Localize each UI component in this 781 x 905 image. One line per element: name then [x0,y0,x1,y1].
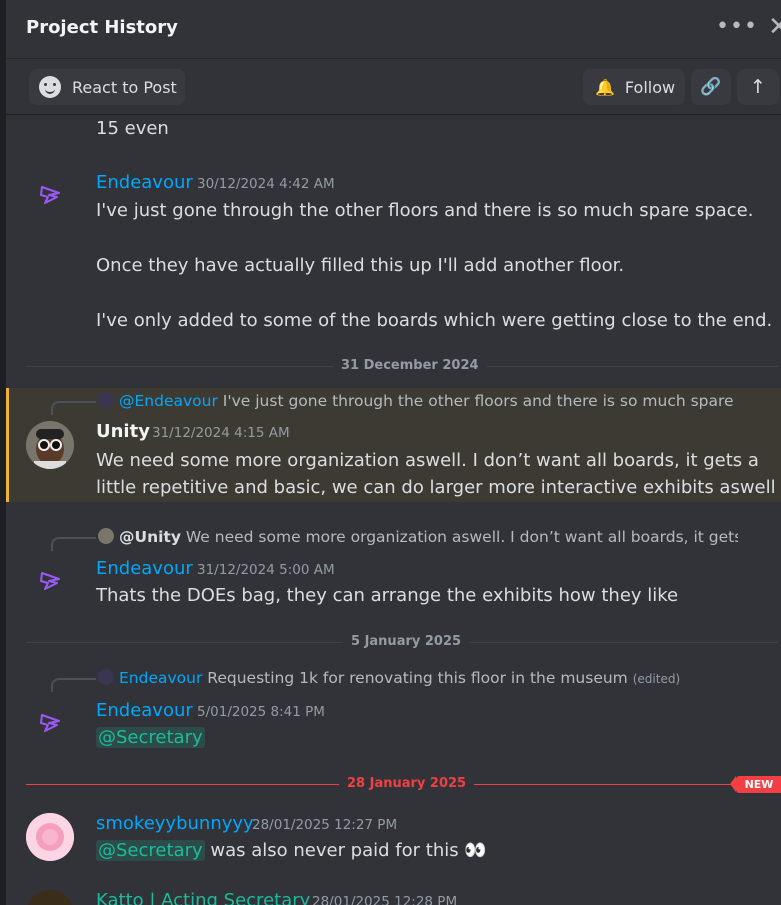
reply-text: I've just gone through the other floors … [222,392,738,410]
message-text: @Secretary was also never paid for this … [96,840,487,861]
link-icon: 🔗 [700,77,722,97]
reply-author: @Unity [119,528,181,546]
author-name[interactable]: Katto | Acting Secretary [96,890,310,905]
smile-icon [39,76,61,98]
copy-link-button[interactable]: 🔗 [691,69,731,105]
follow-button[interactable]: 🔔 Follow [583,69,685,105]
message-text: I've just gone through the other floors … [96,200,754,221]
thread-header: Project History ••• ✕ [6,0,781,58]
follow-label: Follow [624,77,676,97]
close-icon[interactable]: ✕ [768,13,781,41]
react-to-post-button[interactable]: React to Post [29,69,185,105]
react-to-post-label: React to Post [72,77,177,97]
more-icon[interactable]: ••• [716,16,758,38]
reply-spine [51,678,96,692]
message-text: @Secretary [96,727,205,748]
timestamp: 31/12/2024 5:00 AM [197,562,335,578]
author-name[interactable]: Endeavour [96,172,193,193]
avatar[interactable] [26,813,74,861]
timestamp: 28/01/2025 12:28 PM [312,894,458,905]
timestamp: 30/12/2024 4:42 AM [197,176,335,192]
reply-avatar [98,392,114,408]
message-text: Once they have actually filled this up I… [96,255,625,276]
reply-text: We need some more organization aswell. I… [185,528,738,546]
thread-toolbar: React to Post 🔔 Follow 🔗 ↑ [6,58,781,115]
author-name[interactable]: Unity [96,421,150,442]
reply-preview[interactable]: Endeavour Requesting 1k for renovating t… [98,669,738,687]
message-text: I've only added to some of the boards wh… [96,310,773,331]
reply-avatar [98,528,114,544]
reply-preview[interactable]: @Unity We need some more organization as… [98,528,738,546]
bell-icon: 🔔 [595,77,615,97]
role-mention[interactable]: @Secretary [96,840,205,861]
message-text-body: was also never paid for this 👀 [210,840,487,861]
message-text: Thats the DOEs bag, they can arrange the… [96,585,679,606]
jump-to-top-button[interactable]: ↑ [737,69,779,105]
author-name[interactable]: Endeavour [96,700,193,721]
avatar[interactable] [26,890,74,905]
avatar[interactable] [26,421,74,469]
bird-avatar-icon[interactable] [39,711,69,741]
role-mention[interactable]: @Secretary [96,727,205,748]
message-text: 15 even [96,118,169,139]
reply-author: @Endeavour [119,392,218,410]
reply-author: Endeavour [119,669,203,687]
reply-preview[interactable]: @Endeavour I've just gone through the ot… [98,392,738,410]
bird-avatar-icon[interactable] [39,183,69,213]
edited-label: (edited) [632,672,681,686]
message-text: We need some more organization aswell. I… [96,450,759,471]
bird-avatar-icon[interactable] [39,569,69,599]
date-divider-label: 31 December 2024 [333,358,487,373]
arrow-up-icon: ↑ [750,76,766,98]
timestamp: 28/01/2025 12:27 PM [252,817,398,833]
date-divider-label: 28 January 2025 [339,776,475,791]
reply-spine [51,401,96,415]
timestamp: 5/01/2025 8:41 PM [197,704,325,720]
reply-text: Requesting 1k for renovating this floor … [207,669,628,687]
timestamp: 31/12/2024 4:15 AM [152,425,290,441]
thread-title: Project History [26,17,178,38]
reply-avatar [98,669,114,685]
thread-panel: Project History ••• ✕ React to Post 🔔 Fo… [5,0,781,905]
author-name[interactable]: Endeavour [96,558,193,579]
new-badge: NEW [730,776,781,793]
date-divider-label: 5 January 2025 [343,634,470,649]
author-name[interactable]: smokeyybunnyyy [96,813,254,834]
message-text: little repetitive and basic, we can do l… [96,477,776,498]
reply-spine [51,537,96,551]
